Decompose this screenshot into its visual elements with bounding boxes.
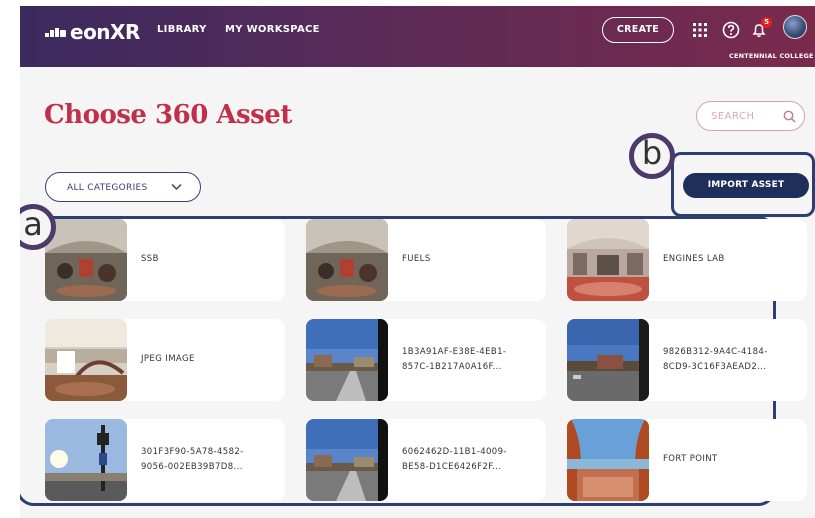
asset-name-line-1: FORT POINT bbox=[663, 454, 718, 464]
nav-my-workspace[interactable]: MY WORKSPACE bbox=[225, 24, 320, 35]
asset-name: JPEG IMAGE bbox=[141, 352, 195, 367]
avatar[interactable] bbox=[783, 15, 807, 39]
asset-card[interactable]: 1B3A91AF-E38E-4EB1- 857C-1B217A0A16F... bbox=[306, 319, 546, 401]
asset-thumbnail[interactable] bbox=[45, 219, 127, 301]
asset-card[interactable]: 6062462D-11B1-4009- BE58-D1CE6426F2F... bbox=[306, 419, 546, 501]
apps-grid-icon[interactable] bbox=[690, 20, 710, 40]
asset-thumbnail[interactable] bbox=[567, 319, 649, 401]
asset-thumbnail[interactable] bbox=[306, 219, 388, 301]
asset-name-line-1: FUELS bbox=[402, 254, 431, 264]
thumbnail-image bbox=[45, 219, 127, 301]
asset-name-line-1: JPEG IMAGE bbox=[141, 354, 195, 364]
eonxr-logo[interactable]: eonXR bbox=[45, 20, 140, 44]
logo-text: eonXR bbox=[70, 20, 140, 44]
asset-name: FUELS bbox=[402, 252, 431, 267]
asset-name: ENGINES LAB bbox=[663, 252, 725, 267]
import-asset-button[interactable]: IMPORT ASSET bbox=[683, 173, 809, 198]
top-navigation-bar: eonXR LIBRARY MY WORKSPACE CREATE 5 CENT… bbox=[20, 6, 815, 67]
app-frame: eonXR LIBRARY MY WORKSPACE CREATE 5 CENT… bbox=[20, 6, 815, 518]
thumbnail-image bbox=[567, 319, 649, 401]
asset-card[interactable]: FORT POINT bbox=[567, 419, 807, 501]
asset-name-line-2: 9056-002EB39B7D8... bbox=[141, 462, 243, 472]
category-dropdown[interactable]: ALL CATEGORIES bbox=[45, 172, 201, 202]
asset-card[interactable]: JPEG IMAGE bbox=[45, 319, 285, 401]
thumbnail-image bbox=[567, 219, 649, 301]
search-input[interactable]: SEARCH bbox=[696, 101, 805, 131]
asset-thumbnail[interactable] bbox=[567, 419, 649, 501]
asset-name-line-2: 857C-1B217A0A16F... bbox=[402, 362, 502, 372]
chevron-down-icon bbox=[171, 183, 182, 191]
asset-thumbnail[interactable] bbox=[567, 219, 649, 301]
asset-name-line-2: BE58-D1CE6426F2F... bbox=[402, 462, 502, 472]
organization-name: CENTENNIAL COLLEGE bbox=[729, 52, 814, 60]
thumbnail-image bbox=[45, 419, 127, 501]
asset-card[interactable]: ENGINES LAB bbox=[567, 219, 807, 301]
asset-name: 1B3A91AF-E38E-4EB1- 857C-1B217A0A16F... bbox=[402, 345, 506, 375]
logo-mark-icon bbox=[45, 28, 66, 37]
asset-card[interactable]: FUELS bbox=[306, 219, 546, 301]
asset-thumbnail[interactable] bbox=[45, 319, 127, 401]
asset-name-line-1: SSB bbox=[141, 254, 159, 264]
asset-thumbnail[interactable] bbox=[45, 419, 127, 501]
create-button[interactable]: CREATE bbox=[602, 17, 674, 43]
help-icon[interactable] bbox=[721, 20, 741, 40]
nav-library[interactable]: LIBRARY bbox=[157, 24, 207, 35]
asset-card[interactable]: 301F3F90-5A78-4582- 9056-002EB39B7D8... bbox=[45, 419, 285, 501]
page-title: Choose 360 Asset bbox=[44, 100, 292, 130]
asset-thumbnail[interactable] bbox=[306, 419, 388, 501]
asset-name: SSB bbox=[141, 252, 159, 267]
asset-card[interactable]: SSB bbox=[45, 219, 285, 301]
asset-name-line-1: 6062462D-11B1-4009- bbox=[402, 447, 507, 457]
asset-name-line-1: 301F3F90-5A78-4582- bbox=[141, 447, 244, 457]
search-placeholder: SEARCH bbox=[711, 111, 755, 122]
asset-name: 301F3F90-5A78-4582- 9056-002EB39B7D8... bbox=[141, 445, 244, 475]
thumbnail-image bbox=[567, 419, 649, 501]
search-icon[interactable] bbox=[783, 110, 796, 123]
asset-card[interactable]: 9826B312-9A4C-4184- 8CD9-3C16F3AEAD2... bbox=[567, 319, 807, 401]
thumbnail-image bbox=[45, 319, 127, 401]
asset-thumbnail[interactable] bbox=[306, 319, 388, 401]
thumbnail-image bbox=[306, 419, 388, 501]
thumbnail-image bbox=[306, 219, 388, 301]
asset-name: 9826B312-9A4C-4184- 8CD9-3C16F3AEAD2... bbox=[663, 345, 768, 375]
asset-name-line-1: 1B3A91AF-E38E-4EB1- bbox=[402, 347, 507, 357]
asset-name-line-1: ENGINES LAB bbox=[663, 254, 725, 264]
asset-name: FORT POINT bbox=[663, 452, 718, 467]
asset-name: 6062462D-11B1-4009- BE58-D1CE6426F2F... bbox=[402, 445, 507, 475]
thumbnail-image bbox=[306, 319, 388, 401]
category-selected-value: ALL CATEGORIES bbox=[67, 183, 148, 193]
asset-name-line-1: 9826B312-9A4C-4184- bbox=[663, 347, 768, 357]
notification-badge: 5 bbox=[761, 17, 772, 28]
asset-name-line-2: 8CD9-3C16F3AEAD2... bbox=[663, 362, 767, 372]
callout-b: b bbox=[629, 133, 675, 179]
